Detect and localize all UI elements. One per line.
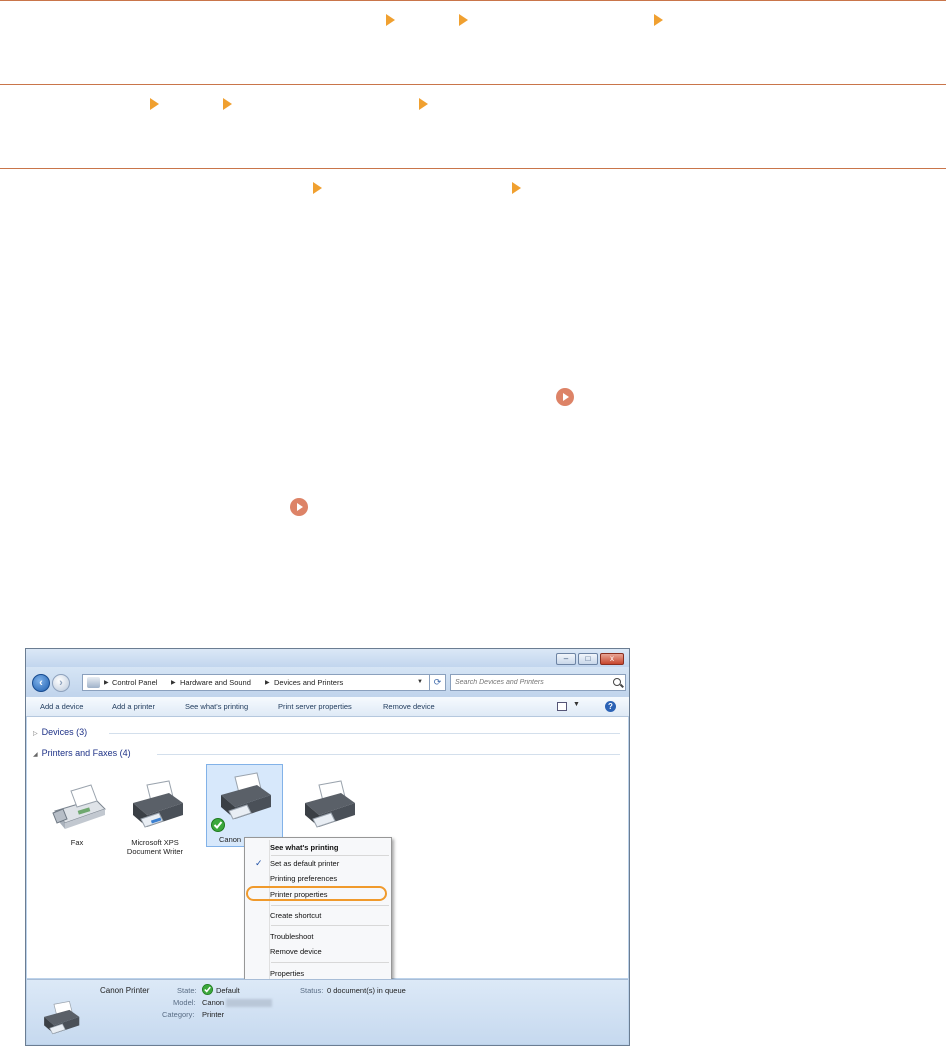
- menu-item-printing-preferences[interactable]: Printing preferences: [270, 874, 337, 883]
- command-bar: Add a device Add a printer See what's pr…: [26, 697, 629, 717]
- arrow-left-icon: ‹: [39, 677, 43, 689]
- help-icon[interactable]: ?: [605, 701, 616, 712]
- add-device-button[interactable]: Add a device: [40, 702, 83, 711]
- section-divider: [0, 168, 946, 169]
- printer-icon: [44, 1001, 80, 1035]
- title-bar: – □ x: [26, 649, 629, 667]
- printer-icon: [305, 780, 355, 828]
- group-divider: [109, 733, 620, 734]
- collapse-icon[interactable]: ◢: [33, 752, 38, 758]
- section-divider: [0, 0, 946, 1]
- menu-item-remove-device[interactable]: Remove device: [270, 947, 322, 956]
- details-model-label: Model:: [173, 998, 196, 1007]
- menu-separator: [271, 925, 389, 926]
- menu-item-properties[interactable]: Properties: [270, 969, 304, 978]
- devices-and-printers-window: – □ x ‹ › ▶ Control Panel ▶ Hardware and…: [25, 648, 630, 1046]
- arrow-right-icon: ›: [59, 677, 63, 689]
- details-category-value: Printer: [202, 1010, 225, 1019]
- device-xps-writer[interactable]: Microsoft XPS Document Writer: [117, 769, 193, 865]
- add-printer-button[interactable]: Add a printer: [112, 702, 155, 711]
- printers-group-header[interactable]: ◢ Printers and Faxes (4): [33, 748, 131, 758]
- chevron-down-icon[interactable]: ▼: [573, 701, 580, 708]
- device-canon-printer[interactable]: Canon: [206, 764, 283, 847]
- address-bar[interactable]: ▶ Control Panel ▶ Hardware and Sound ▶ D…: [82, 674, 446, 691]
- search-icon: [613, 678, 621, 686]
- chevron-right-icon: ▶: [171, 680, 176, 686]
- device-fax[interactable]: Fax: [39, 769, 115, 865]
- expand-icon[interactable]: ▷: [33, 731, 38, 737]
- chevron-right-icon: ▶: [265, 680, 270, 686]
- menu-separator: [271, 905, 389, 906]
- breadcrumb-arrow-icon: [512, 182, 521, 194]
- breadcrumb-control-panel[interactable]: Control Panel: [112, 678, 157, 687]
- minimize-button[interactable]: –: [556, 653, 576, 665]
- breadcrumb-arrow-icon: [419, 98, 428, 110]
- back-button[interactable]: ‹: [32, 674, 50, 692]
- breadcrumb-arrow-icon: [459, 14, 468, 26]
- jump-link-icon[interactable]: [556, 388, 574, 406]
- fax-icon: [52, 784, 106, 829]
- devices-group-label: Devices (3): [41, 727, 88, 737]
- details-state-value: Default: [216, 986, 240, 995]
- search-box[interactable]: [450, 674, 626, 691]
- redacted-model-number: [226, 999, 272, 1007]
- details-status-value: 0 document(s) in queue: [327, 986, 406, 995]
- see-whats-printing-button[interactable]: See what's printing: [185, 702, 248, 711]
- breadcrumb-arrow-icon: [654, 14, 663, 26]
- breadcrumb-arrow-icon: [223, 98, 232, 110]
- menu-separator: [271, 855, 389, 856]
- breadcrumb-hardware-and-sound[interactable]: Hardware and Sound: [180, 678, 251, 687]
- details-device-name: Canon Printer: [100, 986, 150, 995]
- control-panel-icon: [87, 677, 100, 688]
- maximize-button[interactable]: □: [578, 653, 598, 665]
- jump-link-icon[interactable]: [290, 498, 308, 516]
- section-divider: [0, 84, 946, 85]
- forward-button[interactable]: ›: [52, 674, 70, 692]
- highlight-ring: [246, 886, 387, 901]
- menu-separator: [271, 962, 389, 963]
- printer-icon: [221, 772, 271, 820]
- remove-device-button[interactable]: Remove device: [383, 702, 435, 711]
- menu-item-set-default-printer[interactable]: Set as default printer: [270, 859, 339, 868]
- details-state-label: State:: [177, 986, 197, 995]
- chevron-down-icon[interactable]: ▼: [417, 679, 423, 685]
- default-check-icon: [202, 984, 213, 995]
- details-pane: Canon Printer State: Default Status: 0 d…: [27, 979, 628, 1044]
- search-input[interactable]: [455, 676, 605, 689]
- menu-item-create-shortcut[interactable]: Create shortcut: [270, 911, 321, 920]
- device-label: Microsoft XPS Document Writer: [126, 838, 184, 856]
- breadcrumb-arrow-icon: [386, 14, 395, 26]
- printers-group-label: Printers and Faxes (4): [41, 748, 131, 758]
- default-check-icon: [211, 818, 225, 832]
- details-model-value: Canon: [202, 998, 225, 1007]
- print-server-properties-button[interactable]: Print server properties: [278, 702, 352, 711]
- details-category-label: Category:: [162, 1010, 195, 1019]
- address-row: ‹ › ▶ Control Panel ▶ Hardware and Sound…: [26, 667, 629, 697]
- breadcrumb-devices-and-printers[interactable]: Devices and Printers: [274, 678, 343, 687]
- breadcrumb-arrow-icon: [313, 182, 322, 194]
- breadcrumb-arrow-icon: [150, 98, 159, 110]
- menu-item-troubleshoot[interactable]: Troubleshoot: [270, 932, 314, 941]
- context-menu: See what's printing ✓ Set as default pri…: [244, 837, 392, 999]
- chevron-right-icon: ▶: [104, 680, 109, 686]
- check-icon: ✓: [255, 858, 263, 868]
- close-button[interactable]: x: [600, 653, 624, 665]
- change-view-icon[interactable]: [557, 702, 567, 711]
- printer-icon: [133, 780, 183, 828]
- devices-group-header[interactable]: ▷ Devices (3): [33, 727, 87, 737]
- details-status-label: Status:: [300, 986, 324, 995]
- device-label: Fax: [70, 838, 84, 847]
- menu-item-see-whats-printing[interactable]: See what's printing: [270, 843, 338, 852]
- refresh-button[interactable]: ⟳: [429, 674, 446, 691]
- group-divider: [157, 754, 620, 755]
